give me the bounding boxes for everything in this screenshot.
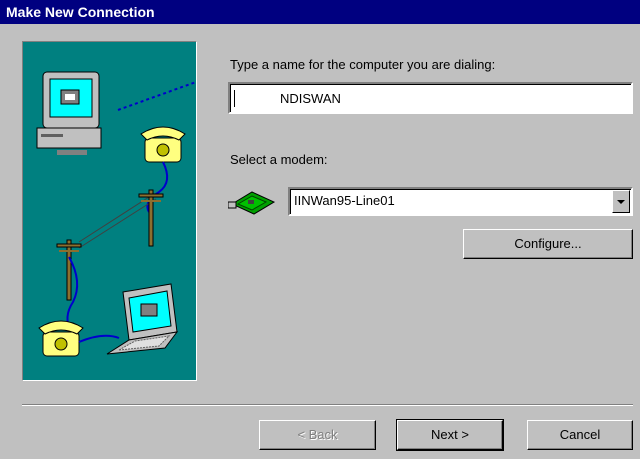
configure-button[interactable]: Configure... bbox=[463, 229, 633, 259]
configure-button-label: Configure... bbox=[514, 236, 582, 251]
dropdown-arrow-icon bbox=[617, 200, 625, 204]
next-button-label: Next > bbox=[431, 427, 469, 442]
laptop-icon bbox=[106, 283, 179, 355]
connection-illustration bbox=[22, 41, 197, 381]
modem-selected-value: IINWan95-Line01 bbox=[294, 193, 395, 208]
text-caret bbox=[234, 90, 235, 107]
telephone-icon bbox=[140, 126, 186, 163]
modem-card-icon bbox=[227, 188, 276, 219]
cancel-button-label: Cancel bbox=[559, 427, 601, 442]
modem-prompt-label: Select a modem: bbox=[230, 152, 328, 167]
modem-select[interactable]: IINWan95-Line01 bbox=[288, 187, 633, 216]
name-prompt-label: Type a name for the computer you are dia… bbox=[230, 57, 496, 72]
computer-name-value: NDISWAN bbox=[280, 91, 341, 106]
utility-pole-icon bbox=[138, 189, 164, 247]
window-title: Make New Connection bbox=[0, 0, 640, 24]
dropdown-button[interactable] bbox=[612, 190, 630, 213]
telephone-icon bbox=[38, 320, 84, 357]
separator bbox=[22, 404, 633, 406]
computer-name-field[interactable]: NDISWAN bbox=[228, 82, 633, 114]
back-button-label: < Back bbox=[297, 427, 338, 442]
back-button[interactable]: < Back bbox=[259, 420, 376, 450]
next-button[interactable]: Next > bbox=[396, 419, 504, 451]
computer-icon bbox=[36, 71, 102, 155]
cancel-button[interactable]: Cancel bbox=[527, 420, 633, 450]
